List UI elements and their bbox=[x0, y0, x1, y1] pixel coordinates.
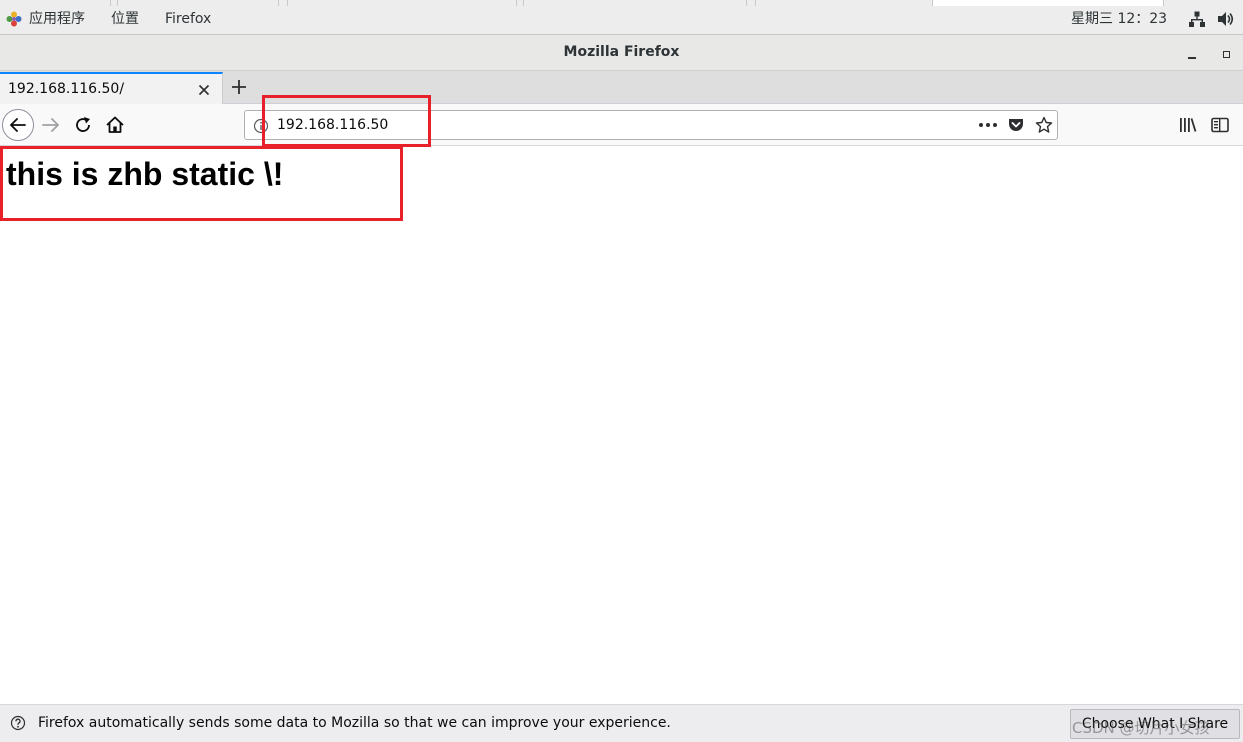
notification-text: Firefox automatically sends some data to… bbox=[38, 715, 671, 731]
applications-menu[interactable]: 应用程序 bbox=[29, 10, 85, 28]
top-bar-window-segment bbox=[278, 0, 288, 6]
page-actions-ellipsis-icon[interactable] bbox=[977, 116, 999, 134]
network-icon[interactable] bbox=[1189, 11, 1205, 27]
choose-what-i-share-button[interactable]: Choose What I Share bbox=[1070, 709, 1240, 739]
maximize-icon bbox=[1223, 51, 1230, 58]
site-info-icon[interactable] bbox=[253, 118, 269, 134]
page-heading: this is zhb static \! bbox=[6, 156, 284, 192]
window-titlebar[interactable]: Mozilla Firefox bbox=[0, 35, 1243, 71]
top-bar-window-segment-active bbox=[932, 0, 1164, 6]
data-collection-notification-bar: Firefox automatically sends some data to… bbox=[0, 704, 1243, 742]
back-button[interactable] bbox=[2, 109, 34, 141]
url-bar[interactable] bbox=[244, 110, 1058, 140]
top-bar-window-segment bbox=[746, 0, 756, 6]
gnome-top-bar: 应用程序 位置 Firefox 星期三 12：23 bbox=[0, 0, 1243, 35]
desktop-screen: 应用程序 位置 Firefox 星期三 12：23 Mozilla Firefo… bbox=[0, 0, 1243, 742]
new-tab-plus-icon[interactable] bbox=[228, 76, 250, 98]
tab-title: 192.168.116.50/ bbox=[8, 81, 125, 97]
tab-strip: 192.168.116.50/ bbox=[0, 71, 1243, 104]
sidebar-toggle-icon[interactable] bbox=[1210, 115, 1230, 135]
volume-icon[interactable] bbox=[1217, 11, 1235, 27]
firefox-app-menu[interactable]: Firefox bbox=[165, 10, 211, 28]
back-arrow-icon bbox=[10, 118, 26, 132]
top-bar-window-segment bbox=[110, 0, 118, 6]
forward-arrow-icon[interactable] bbox=[40, 114, 62, 136]
pocket-icon[interactable] bbox=[1007, 116, 1025, 134]
tab-current[interactable]: 192.168.116.50/ bbox=[0, 72, 223, 104]
applications-icon bbox=[6, 11, 22, 27]
minimize-button[interactable] bbox=[1182, 43, 1202, 63]
home-icon[interactable] bbox=[104, 114, 126, 136]
reload-icon[interactable] bbox=[72, 114, 94, 136]
close-tab-icon[interactable] bbox=[196, 82, 212, 98]
help-icon bbox=[10, 715, 26, 731]
window-title: Mozilla Firefox bbox=[563, 44, 680, 60]
library-icon[interactable] bbox=[1178, 115, 1198, 135]
top-bar-window-segment bbox=[516, 0, 524, 6]
url-input[interactable] bbox=[277, 115, 957, 135]
minimize-icon bbox=[1188, 57, 1196, 59]
navigation-toolbar bbox=[0, 104, 1243, 146]
bookmark-star-icon[interactable] bbox=[1035, 116, 1053, 134]
places-menu[interactable]: 位置 bbox=[111, 10, 139, 28]
page-content: this is zhb static \! bbox=[0, 146, 1243, 704]
clock[interactable]: 星期三 12：23 bbox=[1071, 10, 1167, 28]
maximize-button[interactable] bbox=[1216, 43, 1236, 63]
